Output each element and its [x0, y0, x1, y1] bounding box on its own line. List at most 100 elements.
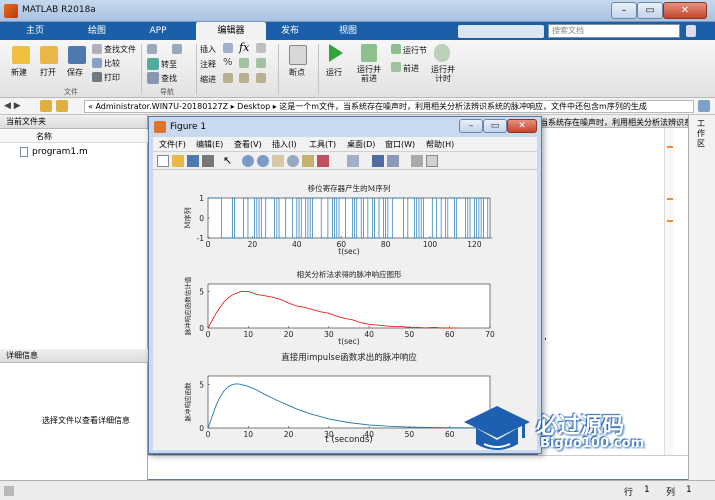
goto-icon[interactable] — [147, 58, 159, 70]
new-file-icon[interactable] — [12, 46, 30, 64]
y-axis-label-2: 脉冲响应函数估计值 — [183, 276, 192, 335]
tab-apps[interactable]: APP — [136, 22, 180, 40]
menu-help[interactable]: 帮助(H) — [426, 138, 454, 151]
run-icon[interactable] — [329, 44, 343, 62]
print-button[interactable]: 打印 — [104, 72, 120, 83]
tab-view[interactable]: 视图 — [326, 22, 370, 40]
run-section-icon[interactable] — [391, 44, 401, 54]
figure-minimize-button[interactable]: – — [459, 119, 483, 133]
brush-icon[interactable] — [317, 155, 329, 167]
print-icon[interactable] — [202, 155, 214, 167]
menu-view[interactable]: 查看(V) — [234, 138, 262, 151]
uncomment-icon[interactable] — [256, 58, 266, 68]
new-button[interactable]: 新建 — [11, 67, 27, 78]
x-tick-label: 10 — [244, 330, 254, 339]
zoom-in-icon[interactable] — [242, 155, 254, 167]
menu-desktop[interactable]: 桌面(D) — [347, 138, 375, 151]
breakpoints-button[interactable]: 断点 — [289, 67, 305, 78]
file-list-item[interactable]: program1.m — [32, 147, 88, 157]
menu-window[interactable]: 窗口(W) — [385, 138, 415, 151]
smart-indent-icon[interactable] — [223, 73, 233, 83]
hide-tools-icon[interactable] — [411, 155, 423, 167]
x-tick-label: 40 — [292, 240, 302, 249]
dock-icon[interactable] — [426, 155, 438, 167]
menu-file[interactable]: 文件(F) — [159, 138, 186, 151]
browse-folder-icon[interactable] — [56, 100, 68, 112]
run-time-button[interactable]: 运行并 计时 — [431, 65, 455, 83]
compare-icon[interactable] — [92, 58, 102, 68]
colorbar-icon[interactable] — [372, 155, 384, 167]
indent-button[interactable]: 缩进 — [200, 74, 216, 85]
nav-arrows-icon[interactable]: ◀ ▶ — [4, 101, 21, 111]
nav-group-label: 导航 — [160, 88, 174, 96]
insert-section-icon[interactable] — [223, 43, 233, 53]
back-icon[interactable] — [147, 44, 157, 54]
x-tick-label: 20 — [284, 330, 294, 339]
tab-editor[interactable]: 编辑器 — [196, 22, 266, 40]
goto-button[interactable]: 转至 — [161, 59, 177, 70]
find-files-icon[interactable] — [92, 44, 102, 54]
insert-dropdown-icon[interactable] — [256, 43, 266, 53]
print-icon[interactable] — [92, 72, 102, 82]
menu-tools[interactable]: 工具(T) — [309, 138, 336, 151]
pan-icon[interactable] — [272, 155, 284, 167]
advance-button[interactable]: 前进 — [403, 63, 419, 74]
new-figure-icon[interactable] — [157, 155, 169, 167]
editor-scrollbar[interactable] — [664, 128, 674, 478]
tab-publish[interactable]: 发布 — [268, 22, 312, 40]
forward-icon[interactable] — [172, 44, 182, 54]
tab-plots[interactable]: 绘图 — [72, 22, 122, 40]
window-title: MATLAB R2018a — [22, 5, 96, 15]
wrap-comment-icon[interactable] — [239, 58, 249, 68]
run-button[interactable]: 运行 — [326, 67, 342, 78]
address-bar: ◀ ▶ « Administrator.WIN7U-20180127Z ▸ De… — [0, 98, 715, 115]
increase-indent-icon[interactable] — [239, 73, 249, 83]
graduation-cap-logo-icon — [462, 402, 532, 454]
run-time-icon[interactable] — [434, 44, 450, 62]
breakpoints-icon[interactable] — [289, 45, 307, 65]
search-input[interactable]: 搜索文档 — [548, 24, 680, 38]
name-column-header[interactable]: 名称 — [36, 131, 52, 142]
figure-close-button[interactable]: ✕ — [507, 119, 537, 133]
help-icon[interactable] — [686, 25, 696, 37]
status-bar: 行 1 列 1 — [0, 480, 715, 500]
find-files-button[interactable]: 查找文件 — [104, 44, 136, 55]
rotate-icon[interactable] — [287, 155, 299, 167]
save-button[interactable]: 保存 — [67, 67, 83, 78]
quick-access-toolbar[interactable] — [458, 25, 544, 38]
function-fx-icon[interactable]: fx — [239, 41, 249, 54]
zoom-out-icon[interactable] — [257, 155, 269, 167]
open-icon[interactable] — [172, 155, 184, 167]
up-folder-icon[interactable] — [40, 100, 52, 112]
legend-icon[interactable] — [387, 155, 399, 167]
save-icon[interactable] — [187, 155, 199, 167]
insert-button[interactable]: 插入 — [200, 44, 216, 55]
run-section-button[interactable]: 运行节 — [403, 45, 427, 56]
comment-button[interactable]: 注释 — [200, 59, 216, 70]
workspace-tab[interactable]: 工作区 — [697, 119, 709, 149]
menu-edit[interactable]: 编辑(E) — [196, 138, 223, 151]
open-folder-icon[interactable] — [40, 46, 58, 64]
percent-comment-icon[interactable]: % — [223, 57, 233, 68]
figure-maximize-button[interactable]: ▭ — [483, 119, 507, 133]
data-cursor-icon[interactable] — [302, 155, 314, 167]
open-button[interactable]: 打开 — [40, 67, 56, 78]
current-path-field[interactable]: « Administrator.WIN7U-20180127Z ▸ Deskto… — [84, 100, 694, 113]
run-advance-icon[interactable] — [361, 44, 377, 62]
decrease-indent-icon[interactable] — [256, 73, 266, 83]
run-advance-button[interactable]: 运行并 前进 — [357, 65, 381, 83]
maximize-button[interactable]: ▭ — [637, 2, 663, 19]
command-window[interactable] — [148, 455, 688, 479]
find-button[interactable]: 查找 — [161, 73, 177, 84]
save-icon[interactable] — [68, 46, 86, 64]
search-icon[interactable] — [698, 100, 710, 112]
tab-home[interactable]: 主页 — [12, 22, 58, 40]
pointer-icon[interactable]: ↖ — [223, 154, 232, 167]
link-plot-icon[interactable] — [347, 155, 359, 167]
close-button[interactable]: ✕ — [663, 2, 707, 19]
find-icon[interactable] — [147, 72, 159, 84]
advance-icon[interactable] — [391, 62, 401, 72]
compare-button[interactable]: 比较 — [104, 58, 120, 69]
minimize-button[interactable]: – — [611, 2, 637, 19]
menu-insert[interactable]: 插入(I) — [272, 138, 297, 151]
